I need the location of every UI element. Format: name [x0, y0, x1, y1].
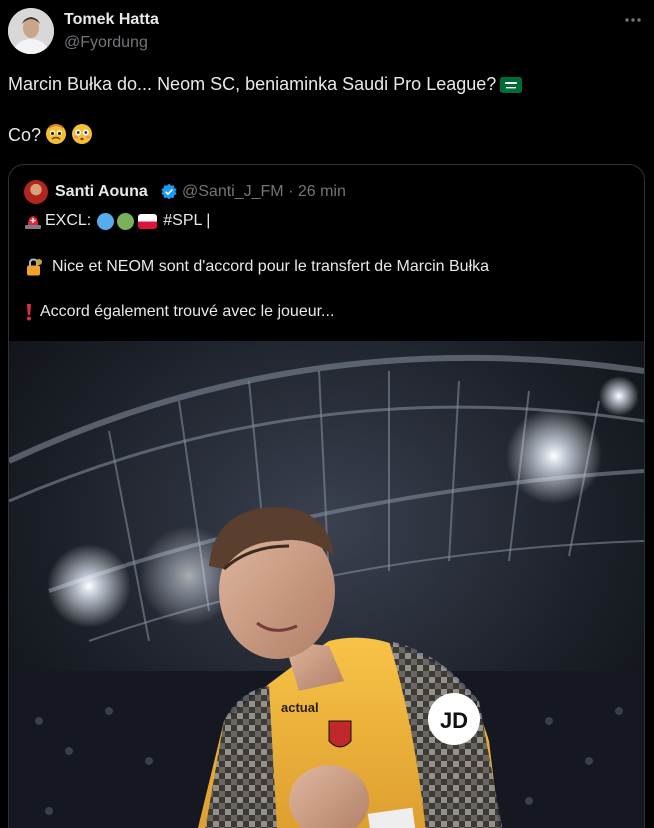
post-text-line-2: Co? [8, 123, 93, 151]
quoted-hashtag[interactable]: #SPL | [163, 210, 210, 232]
rotating-light-icon [24, 212, 42, 230]
quoted-text-2: Nice et NEOM sont d'accord pour le trans… [52, 258, 490, 275]
quoted-author-handle[interactable]: @Santi_J_FM [182, 183, 284, 200]
pleading-face-icon [45, 123, 67, 151]
quoted-tweet[interactable]: Santi Aouna @Santi_J_FM · 26 min EXCL: #… [8, 164, 645, 828]
more-dots-icon [625, 18, 641, 22]
blue-circle-icon [97, 212, 115, 230]
quoted-text-3: Accord également trouvé avec le joueur..… [40, 303, 335, 320]
author-name[interactable]: Tomek Hatta [64, 10, 159, 30]
green-circle-icon [117, 212, 135, 230]
exclamation-mark-icon [24, 302, 34, 322]
verified-badge-icon [160, 183, 178, 206]
tweet: Tomek Hatta @Fyordung Marcin Bułka do...… [0, 0, 654, 828]
media-sleeve-logo: JD [440, 708, 468, 733]
author-handle[interactable]: @Fyordung [64, 33, 148, 53]
flag-saudi-arabia-icon [500, 76, 523, 100]
post-text-line-1: Marcin Bułka do... Neom SC, beniaminka S… [8, 72, 523, 100]
author-avatar[interactable] [8, 8, 54, 54]
meta-separator: · [288, 183, 294, 200]
more-options-button[interactable] [620, 8, 646, 32]
post-text: Marcin Bułka do... Neom SC, beniaminka S… [8, 74, 497, 94]
quoted-author-name[interactable]: Santi Aouna [55, 182, 148, 202]
media-sponsor: actual [281, 700, 319, 715]
flag-poland-icon [138, 213, 158, 229]
quoted-time[interactable]: 26 min [298, 183, 346, 200]
quoted-meta: @Santi_J_FM · 26 min [182, 182, 346, 202]
flushed-face-icon [71, 123, 93, 151]
quoted-text-line-3: Accord également trouvé avec le joueur..… [24, 301, 334, 323]
quoted-text-line-1: EXCL: #SPL | [24, 210, 210, 232]
quoted-excl-label: EXCL: [45, 212, 92, 229]
quoted-text-line-2: Nice et NEOM sont d'accord pour le trans… [24, 256, 489, 278]
post-text-co: Co? [8, 125, 42, 145]
quoted-media-image[interactable]: JD actual [9, 341, 644, 828]
quoted-author-avatar[interactable] [24, 180, 48, 204]
locked-key-icon [24, 257, 44, 277]
